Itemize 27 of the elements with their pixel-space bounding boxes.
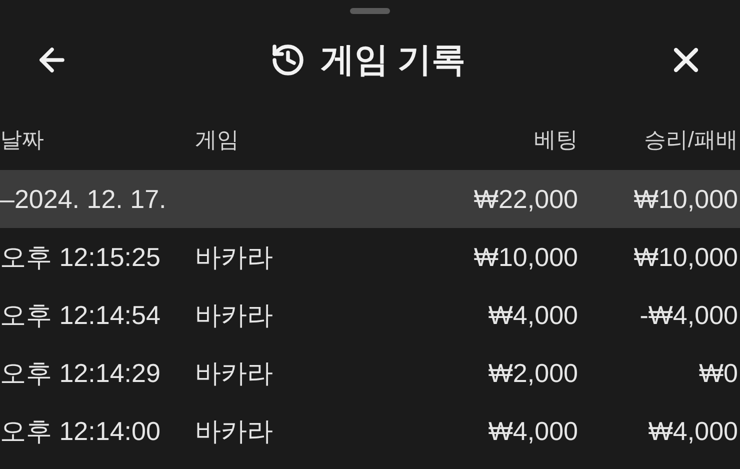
date-group-row[interactable]: –2024. 12. 17. ₩22,000 ₩10,000 bbox=[0, 170, 740, 228]
table-cell-text: ₩4,000 bbox=[488, 414, 578, 448]
table-cell-text: 오후 12:14:00 bbox=[0, 414, 162, 448]
table-cell-text: ₩2,000 bbox=[488, 356, 578, 390]
table-cell-text: 오후 12:14:54 bbox=[0, 298, 162, 332]
history-icon bbox=[270, 42, 306, 78]
table-cell-text: ₩4,000 bbox=[648, 414, 738, 448]
table-cell-text: ₩22,000 bbox=[474, 182, 578, 216]
table-cell-text: 오후 12:14:29 bbox=[0, 356, 162, 390]
table-cell-text: 바카라 bbox=[195, 240, 274, 274]
column-header: 승리/패배 bbox=[644, 126, 738, 154]
window-title: 게임 기록 bbox=[320, 40, 466, 80]
table-cell-text: –2024. 12. 17. bbox=[0, 182, 168, 216]
drag-handle[interactable] bbox=[350, 8, 390, 14]
table-cell-text: ₩10,000 bbox=[474, 240, 578, 274]
table-cell-text: 바카라 bbox=[195, 356, 274, 390]
table-cell-text: 바카라 bbox=[195, 414, 274, 448]
table-cell-text: 바카라 bbox=[195, 298, 274, 332]
column-header: 날짜 bbox=[0, 126, 44, 154]
table-cell-text: ₩10,000 bbox=[634, 240, 738, 274]
column-header: 베팅 bbox=[534, 126, 578, 154]
table-cell-text: 오후 12:15:25 bbox=[0, 240, 162, 274]
table-cell-text: ₩10,000 bbox=[634, 182, 738, 216]
table-cell-text: ₩4,000 bbox=[488, 298, 578, 332]
table-cell-text: ₩0 bbox=[699, 356, 738, 390]
column-header: 게임 bbox=[195, 126, 239, 154]
table-cell-text: -₩4,000 bbox=[640, 298, 738, 332]
